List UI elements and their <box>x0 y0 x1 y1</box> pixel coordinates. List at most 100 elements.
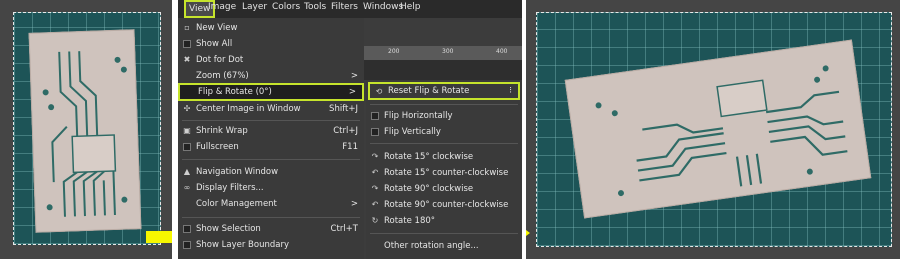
menu-separator <box>370 233 518 234</box>
menu-item-center-image[interactable]: ✣ Center Image in Window Shift+J <box>178 101 364 117</box>
menu-item-label: Center Image in Window <box>196 104 301 114</box>
menu-item-label: Fullscreen <box>196 142 239 152</box>
navigation-icon: ▲ <box>183 167 191 176</box>
menu-item-rotate-90-cw[interactable]: ↷ Rotate 90° clockwise <box>366 181 522 197</box>
image-canvas-rotated <box>536 12 892 247</box>
gimp-menu-panel: View Image Layer Colors Tools Filters Wi… <box>178 0 522 259</box>
pcb-board <box>28 29 142 233</box>
menubar: View Image Layer Colors Tools Filters Wi… <box>178 0 522 18</box>
menu-item-label: Rotate 90° counter-clockwise <box>384 200 509 210</box>
shortcut: Ctrl+J <box>333 126 358 136</box>
canvas-strip <box>364 60 522 80</box>
checkbox-icon[interactable] <box>183 225 191 233</box>
menu-windows[interactable]: Windows <box>363 2 403 12</box>
menu-item-label: Show All <box>196 39 233 49</box>
arrow-right-icon <box>526 230 530 236</box>
menu-item-other-rotation[interactable]: Other rotation angle... <box>366 238 522 254</box>
reset-icon: ⟲ <box>375 87 383 96</box>
checkbox-icon[interactable] <box>183 241 191 249</box>
menu-item-flip-vertically[interactable]: Flip Vertically <box>366 124 522 140</box>
menu-item-display-filters[interactable]: ∞ Display Filters... <box>178 180 364 196</box>
rotate-ccw-icon: ↶ <box>371 200 379 209</box>
shortcut: Ctrl+T <box>330 224 358 234</box>
menu-item-label: Rotate 15° clockwise <box>384 152 474 162</box>
menu-item-label: Shrink Wrap <box>196 126 248 136</box>
menu-separator <box>182 120 360 121</box>
menu-item-label: Show Layer Boundary <box>196 240 289 250</box>
menu-colors[interactable]: Colors <box>272 2 300 12</box>
menu-separator <box>182 159 360 160</box>
pcb-board <box>564 39 872 219</box>
menu-layer[interactable]: Layer <box>242 2 267 12</box>
rotate-ccw-icon: ↶ <box>371 168 379 177</box>
rotate-cw-icon: ↷ <box>371 152 379 161</box>
menu-item-label: Rotate 90° clockwise <box>384 184 474 194</box>
menu-item-label: Flip Horizontally <box>384 111 453 121</box>
menu-item-zoom[interactable]: Zoom (67%) > <box>178 68 364 84</box>
arrow-right-icon <box>146 222 172 252</box>
menu-item-dot-for-dot[interactable]: ✖ Dot for Dot <box>178 52 364 68</box>
shortcut: Shift+J <box>329 104 358 114</box>
menu-item-label: Color Management <box>196 199 277 209</box>
checkbox-icon[interactable] <box>183 40 191 48</box>
display-filters-icon: ∞ <box>183 183 191 192</box>
menu-item-label: Show Selection <box>196 224 261 234</box>
menu-item-label: New View <box>196 23 238 33</box>
menu-filters[interactable]: Filters <box>331 2 358 12</box>
center-icon: ✣ <box>183 104 191 113</box>
menu-item-navigation-window[interactable]: ▲ Navigation Window <box>178 164 364 180</box>
menu-item-fullscreen[interactable]: Fullscreen F11 <box>178 139 364 155</box>
shrink-wrap-icon: ▣ <box>183 126 191 135</box>
fullscreen-icon <box>183 143 191 151</box>
menu-item-reset-flip-rotate[interactable]: ⟲ Reset Flip & Rotate ⁝ <box>368 82 520 100</box>
submenu-arrow-icon: > <box>348 87 356 97</box>
tearoff-icon[interactable]: ⁝ <box>509 84 512 98</box>
menu-item-label: Flip & Rotate (0°) <box>198 87 272 97</box>
x-mark-icon: ✖ <box>183 55 191 64</box>
menu-separator <box>370 143 518 144</box>
ruler-label: 400 <box>496 48 508 55</box>
menu-item-flip-horizontally[interactable]: Flip Horizontally <box>366 108 522 124</box>
menu-item-show-selection[interactable]: Show Selection Ctrl+T <box>178 221 364 237</box>
submenu-arrow-icon: > <box>350 71 358 81</box>
menu-item-show-all[interactable]: Show All <box>178 36 364 52</box>
menu-item-flip-rotate[interactable]: Flip & Rotate (0°) > <box>178 83 364 101</box>
menu-item-label: Flip Vertically <box>384 127 441 137</box>
pcb-traces <box>595 65 848 197</box>
menu-item-rotate-15-cw[interactable]: ↷ Rotate 15° clockwise <box>366 149 522 165</box>
checkbox-icon[interactable] <box>371 112 379 120</box>
ruler-label: 200 <box>388 48 400 55</box>
rotate-180-icon: ↻ <box>371 216 379 225</box>
menu-item-rotate-15-ccw[interactable]: ↶ Rotate 15° counter-clockwise <box>366 165 522 181</box>
menu-item-color-management[interactable]: Color Management > <box>178 196 364 212</box>
submenu-arrow-icon: > <box>350 199 358 209</box>
menu-item-label: Dot for Dot <box>196 55 244 65</box>
menu-item-label: Reset Flip & Rotate <box>388 86 470 96</box>
left-image-panel <box>0 0 172 259</box>
menu-item-new-view[interactable]: ▫ New View <box>178 20 364 36</box>
menu-item-rotate-90-ccw[interactable]: ↶ Rotate 90° counter-clockwise <box>366 197 522 213</box>
menu-item-rotate-180[interactable]: ↻ Rotate 180° <box>366 213 522 229</box>
view-menu: ▫ New View Show All ✖ Dot for Dot Zoom (… <box>178 18 364 259</box>
checkbox-icon[interactable] <box>371 128 379 136</box>
menu-separator <box>182 217 360 218</box>
rotate-cw-icon: ↷ <box>371 184 379 193</box>
flip-rotate-submenu: ⟲ Reset Flip & Rotate ⁝ Flip Horizontall… <box>366 80 522 259</box>
menu-item-label: Rotate 180° <box>384 216 436 226</box>
ruler-label: 300 <box>442 48 454 55</box>
menu-help[interactable]: Help <box>400 2 421 12</box>
horizontal-ruler: 200 300 400 <box>364 46 522 60</box>
menu-item-show-layer-boundary[interactable]: Show Layer Boundary <box>178 237 364 253</box>
menu-tools[interactable]: Tools <box>304 2 326 12</box>
image-canvas-original <box>13 12 161 245</box>
menu-item-shrink-wrap[interactable]: ▣ Shrink Wrap Ctrl+J <box>178 123 364 139</box>
menu-image[interactable]: Image <box>208 2 236 12</box>
pcb-traces <box>42 51 128 217</box>
menu-item-label: Other rotation angle... <box>384 241 479 251</box>
new-view-icon: ▫ <box>184 23 190 32</box>
shortcut: F11 <box>342 142 358 152</box>
menu-item-label: Display Filters... <box>196 183 264 193</box>
right-image-panel <box>526 0 900 259</box>
menu-item-label: Navigation Window <box>196 167 279 177</box>
menu-item-label: Rotate 15° counter-clockwise <box>384 168 509 178</box>
